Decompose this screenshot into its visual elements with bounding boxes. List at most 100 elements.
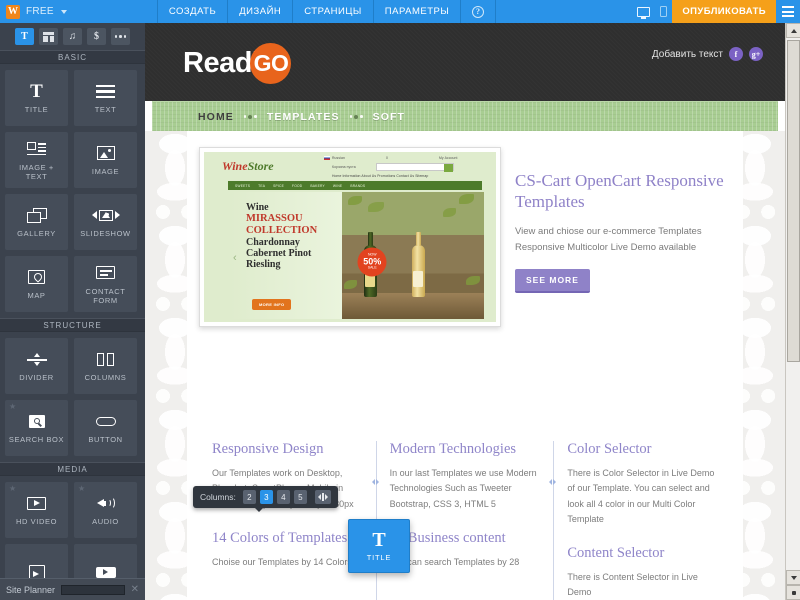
column-resize-handle[interactable]: [549, 479, 557, 485]
plan-label: FREE: [26, 6, 54, 17]
winestore-logo-a: Wine: [222, 159, 248, 173]
tab-pages[interactable]: СТРАНИЦЫ: [292, 0, 373, 23]
see-more-button[interactable]: SEE MORE: [515, 269, 590, 294]
app-logo-icon: W: [6, 4, 20, 19]
winestore-language: Russian: [324, 156, 345, 160]
tab-more[interactable]: [111, 28, 130, 45]
top-right-group: ОПУБЛИКОВАТЬ: [632, 0, 800, 23]
brand-plan-group[interactable]: W FREE: [0, 0, 75, 23]
drag-ghost-label: TITLE: [366, 553, 392, 562]
title-icon: T: [30, 80, 43, 102]
columns-option-5[interactable]: 5: [293, 490, 307, 504]
winestore-cat: SPICE: [273, 183, 285, 188]
nav-item-home[interactable]: HOME: [198, 111, 234, 123]
winestore-cat: BRANDS: [350, 183, 366, 188]
columns-option-3[interactable]: 3: [259, 490, 273, 504]
column-text: There is Content Selector in Live Demo: [567, 572, 698, 598]
tab-commerce[interactable]: $: [87, 28, 106, 45]
site-planner-bar[interactable]: Site Planner ✕: [0, 578, 145, 600]
help-button[interactable]: ?: [460, 0, 497, 23]
widget-label: SEARCH BOX: [8, 435, 65, 445]
widget-label: GALLERY: [17, 229, 56, 239]
site-logo[interactable]: Readi GO: [183, 43, 292, 84]
columns-resize-icon[interactable]: [314, 490, 331, 504]
top-toolbar: W FREE СОЗДАТЬ ДИЗАЙН СТРАНИЦЫ ПАРАМЕТРЫ…: [0, 0, 800, 23]
winestore-cat: FOOD: [292, 183, 303, 188]
tab-settings[interactable]: ПАРАМЕТРЫ: [372, 0, 461, 23]
nav-separator: [243, 114, 257, 119]
widget-divider[interactable]: DIVIDER: [5, 338, 68, 394]
winestore-cat: TEA: [258, 183, 266, 188]
widget-grid-basic: T TITLE TEXT IMAGE + TEXT IMAGE GALLERY: [0, 64, 145, 318]
sidebar-tab-strip: T ♫ $: [0, 23, 145, 50]
columns-option-2[interactable]: 2: [242, 490, 256, 504]
column-resize-handle[interactable]: [371, 479, 379, 485]
widget-audio[interactable]: ★ AUDIO: [74, 482, 137, 538]
widget-label: COLUMNS: [84, 373, 127, 383]
scrollbar-thumb[interactable]: [787, 40, 800, 362]
resize-grip[interactable]: [786, 585, 800, 600]
columns-icon: [97, 349, 114, 369]
widget-map[interactable]: MAP: [5, 256, 68, 312]
winestore-cart-label: Корзина пуста: [332, 165, 356, 169]
widget-image[interactable]: IMAGE: [74, 132, 137, 188]
nav-item-soft[interactable]: SOFT: [373, 111, 405, 123]
scroll-down-button[interactable]: [786, 570, 800, 585]
site-header[interactable]: Readi GO Добавить текст f g+: [145, 23, 785, 101]
winestore-cat: SWEETS: [235, 183, 251, 188]
widget-button[interactable]: BUTTON: [74, 400, 137, 456]
website-canvas[interactable]: Readi GO Добавить текст f g+ HOME TEMPLA…: [145, 23, 785, 600]
mobile-view-button[interactable]: [655, 0, 672, 23]
logo-word-readi: Readi: [183, 47, 260, 79]
column-heading: Responsive Design: [212, 441, 324, 457]
widget-hd-video[interactable]: ★ HD VIDEO: [5, 482, 68, 538]
grip-dot-icon: [791, 590, 796, 595]
slide-line-2: MIRASSOU COLLECTION: [246, 213, 318, 236]
widget-gallery[interactable]: GALLERY: [5, 194, 68, 250]
menu-hamburger-icon[interactable]: [776, 0, 800, 23]
widget-label: TITLE: [24, 105, 49, 115]
googleplus-icon[interactable]: g+: [749, 47, 763, 61]
widget-columns[interactable]: COLUMNS: [74, 338, 137, 394]
content-column-3[interactable]: Color Selector There is Color Selector i…: [549, 441, 731, 600]
scroll-up-button[interactable]: [786, 23, 800, 38]
hero-section[interactable]: WineStore Russian 0 My Account Корзина п…: [187, 131, 743, 327]
audio-icon: [96, 493, 115, 513]
add-text-placeholder[interactable]: Добавить текст: [652, 49, 723, 60]
columns-toolbar[interactable]: Columns: 2 3 4 5: [193, 486, 338, 512]
widget-label: BUTTON: [88, 435, 123, 445]
nav-item-templates[interactable]: TEMPLATES: [267, 111, 340, 123]
template-screenshot[interactable]: WineStore Russian 0 My Account Корзина п…: [199, 147, 501, 327]
widget-image-text[interactable]: IMAGE + TEXT: [5, 132, 68, 188]
winestore-slide-text: ‹ Wine MIRASSOU COLLECTION Chardonnay Ca…: [230, 192, 342, 319]
columns-option-4[interactable]: 4: [276, 490, 290, 504]
drag-ghost-title-widget[interactable]: T TITLE: [348, 519, 410, 573]
columns-toolbar-label: Columns:: [200, 492, 236, 502]
site-nav[interactable]: HOME TEMPLATES SOFT: [152, 101, 778, 131]
widget-contact-form[interactable]: CONTACT FORM: [74, 256, 137, 312]
desktop-view-button[interactable]: [632, 0, 655, 23]
title-icon: T: [372, 529, 386, 551]
tab-design[interactable]: ДИЗАЙН: [227, 0, 292, 23]
widget-slideshow[interactable]: SLIDESHOW: [74, 194, 137, 250]
tab-music[interactable]: ♫: [63, 28, 82, 45]
widget-search-box[interactable]: ★ SEARCH BOX: [5, 400, 68, 456]
widget-title[interactable]: T TITLE: [5, 70, 68, 126]
vertical-scrollbar[interactable]: [785, 23, 800, 600]
header-right-group: Добавить текст f g+: [652, 47, 763, 61]
section-header-structure: STRUCTURE: [0, 318, 145, 332]
hero-text-block[interactable]: CS-Cart OpenCart Responsive Templates Vi…: [515, 147, 731, 327]
widget-text[interactable]: TEXT: [74, 70, 137, 126]
close-icon[interactable]: ✕: [131, 584, 139, 595]
winestore-topbar: WineStore Russian 0 My Account Корзина п…: [204, 152, 496, 179]
tab-layout[interactable]: [39, 28, 58, 45]
facebook-icon[interactable]: f: [729, 47, 743, 61]
tab-create[interactable]: СОЗДАТЬ: [156, 0, 227, 23]
column-text: There is Color Selector in Live Demo of …: [567, 468, 715, 524]
slide-line-3: Chardonnay Cabernet Pinot Riesling: [246, 236, 312, 271]
column-text: In our last Templates we use Modern Tech…: [389, 468, 537, 509]
publish-button[interactable]: ОПУБЛИКОВАТЬ: [672, 0, 776, 23]
text-icon: [96, 81, 115, 101]
tab-text[interactable]: T: [15, 28, 34, 45]
